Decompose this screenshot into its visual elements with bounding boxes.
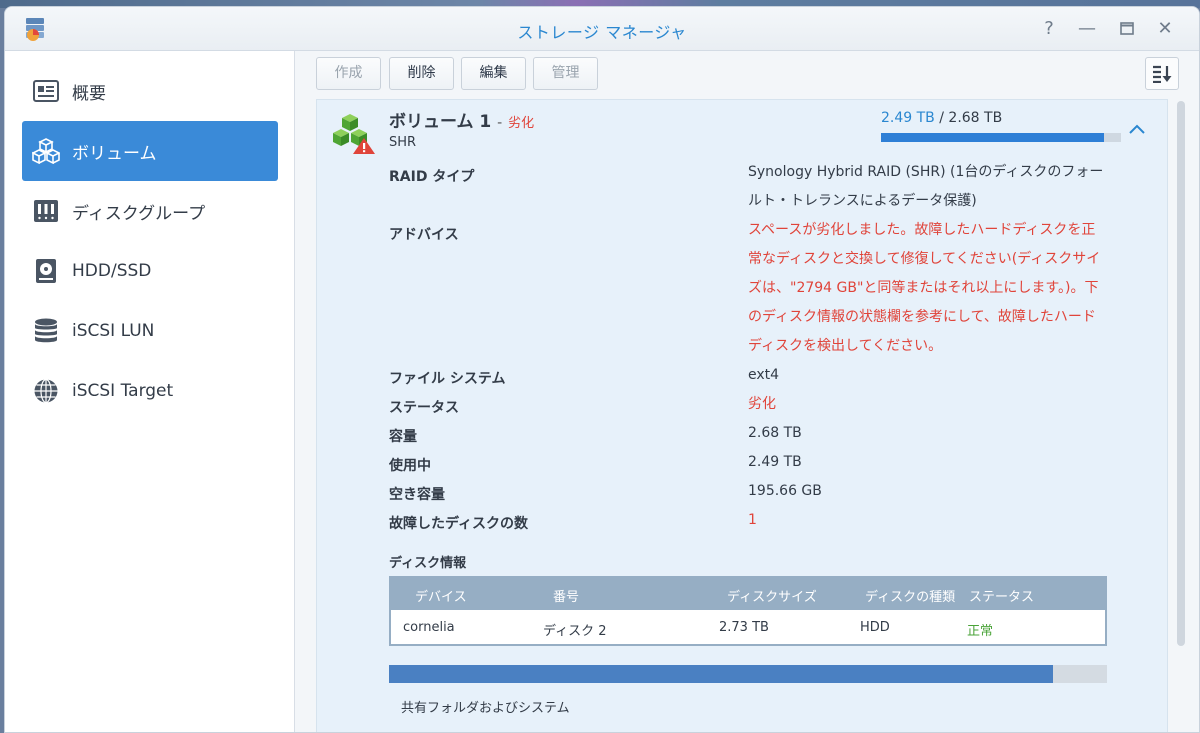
sort-button[interactable] <box>1145 57 1179 90</box>
failed-disks-label: 故障したディスクの数 <box>389 516 529 532</box>
sidebar-item-label: HDD/SSD <box>72 261 152 281</box>
capacity-label: 容量 <box>389 429 417 445</box>
capacity-value: 2.68 TB <box>748 425 802 441</box>
advice-label: アドバイス <box>389 227 459 243</box>
used-label: 使用中 <box>389 458 431 474</box>
column-header[interactable]: デバイス <box>415 586 467 605</box>
total-size: 2.68 TB <box>948 110 1003 126</box>
disk-group-icon <box>32 197 60 225</box>
disk-info-table: デバイス 番号 ディスクサイズ ディスクの種類 ステータス cornelia デ… <box>389 576 1107 646</box>
device-cell: cornelia <box>403 620 455 635</box>
volume-panel: ボリューム 1 - 劣化 SHR 2.49 TB / 2.68 TB RAID … <box>316 99 1168 732</box>
advice-value: スペースが劣化しました。故障したハードディスクを正常なディスクと交換して修復して… <box>748 222 1101 354</box>
sidebar-item-label: iSCSI LUN <box>72 321 155 341</box>
failed-disks-value: 1 <box>748 512 757 528</box>
table-header: デバイス 番号 ディスクサイズ ディスクの種類 ステータス <box>391 578 1105 610</box>
sidebar-item-label: ディスクグループ <box>72 203 206 224</box>
volume-warning-icon <box>333 114 375 154</box>
sidebar-item-iscsi-lun[interactable]: iSCSI LUN <box>22 301 278 361</box>
used-value: 2.49 TB <box>748 454 802 470</box>
overview-icon <box>32 77 60 105</box>
disk-status-cell: 正常 <box>967 624 994 639</box>
volume-name: ボリューム 1 <box>389 112 492 132</box>
title-bar: ストレージ マネージャ ? — ✕ <box>5 7 1199 51</box>
volume-title: ボリューム 1 - 劣化 <box>389 107 534 132</box>
raid-type-label: RAID タイプ <box>389 169 475 185</box>
sort-icon <box>1153 65 1172 83</box>
sidebar-item-label: ボリューム <box>72 143 157 164</box>
file-system-value: ext4 <box>748 367 780 383</box>
manage-button[interactable]: 管理 <box>533 57 598 90</box>
sidebar-item-overview[interactable]: 概要 <box>22 61 278 121</box>
usage-slash: / <box>939 110 944 126</box>
window-title: ストレージ マネージャ <box>517 23 687 42</box>
column-header[interactable]: ディスクサイズ <box>727 586 817 605</box>
usage-bar <box>881 133 1121 142</box>
column-header[interactable]: ディスクの種類 <box>865 586 955 605</box>
disk-size-cell: 2.73 TB <box>719 620 769 635</box>
usage-bar-fill <box>881 133 1104 142</box>
maximize-icon[interactable] <box>1115 17 1139 41</box>
volume-icon <box>32 137 60 165</box>
free-space-value: 195.66 GB <box>748 483 822 499</box>
usage-summary: 2.49 TB / 2.68 TB <box>881 110 1002 126</box>
volume-status-badge: 劣化 <box>508 116 535 131</box>
disk-info-title: ディスク情報 <box>389 556 467 571</box>
close-icon[interactable]: ✕ <box>1153 17 1177 41</box>
database-icon <box>32 317 60 345</box>
volume-type: SHR <box>389 135 417 150</box>
raid-type-value: Synology Hybrid RAID (SHR) (1台のディスクのフォール… <box>748 164 1104 209</box>
file-system-label: ファイル システム <box>389 371 506 387</box>
sidebar-item-hdd-ssd[interactable]: HDD/SSD <box>22 241 278 301</box>
create-button[interactable]: 作成 <box>316 57 381 90</box>
main-content: 作成 削除 編集 管理 ボリューム 1 - 劣化 SHR 2.49 TB / 2 <box>296 51 1199 732</box>
help-icon[interactable]: ? <box>1037 17 1061 41</box>
sidebar: 概要 ボリューム ディスクグループ HDD/SSD iSCSI LUN iSCS… <box>5 51 295 732</box>
collapse-chevron-icon[interactable] <box>1129 118 1145 139</box>
column-header[interactable]: ステータス <box>969 586 1034 605</box>
hdd-icon <box>32 257 60 285</box>
disk-type-cell: HDD <box>860 620 890 635</box>
delete-button[interactable]: 削除 <box>389 57 454 90</box>
sidebar-item-volume[interactable]: ボリューム <box>22 121 278 181</box>
storage-manager-window: ストレージ マネージャ ? — ✕ 概要 ボリューム ディスクグループ HDD/… <box>4 6 1200 733</box>
vertical-scrollbar[interactable] <box>1177 101 1185 646</box>
sidebar-item-disk-group[interactable]: ディスクグループ <box>22 181 278 241</box>
used-size: 2.49 TB <box>881 110 935 126</box>
sidebar-item-label: iSCSI Target <box>72 381 174 401</box>
status-label: ステータス <box>389 400 459 416</box>
capacity-allocation-fill <box>389 665 1054 683</box>
title-separator: - <box>497 115 503 131</box>
disk-number-cell: ディスク 2 <box>543 624 607 639</box>
capacity-allocation-label: 共有フォルダおよびシステム <box>401 701 570 716</box>
edit-button[interactable]: 編集 <box>461 57 526 90</box>
status-value: 劣化 <box>748 396 776 412</box>
free-space-label: 空き容量 <box>389 487 445 503</box>
column-header[interactable]: 番号 <box>553 586 579 605</box>
minimize-icon[interactable]: — <box>1075 17 1099 41</box>
sidebar-item-iscsi-target[interactable]: iSCSI Target <box>22 361 278 421</box>
capacity-allocation-bar <box>389 665 1107 683</box>
globe-icon <box>32 377 60 405</box>
sidebar-item-label: 概要 <box>72 83 106 104</box>
